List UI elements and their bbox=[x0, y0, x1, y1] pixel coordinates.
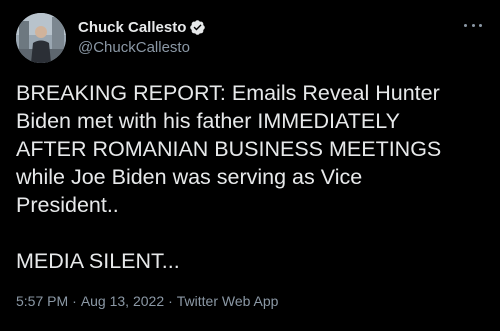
avatar-photo bbox=[16, 13, 66, 63]
tweet-metadata: 5:57 PM · Aug 13, 2022 · Twitter Web App bbox=[16, 292, 278, 310]
tweet-date-link[interactable]: Aug 13, 2022 bbox=[81, 293, 164, 309]
tweet-text: BREAKING REPORT: Emails Reveal Hunter Bi… bbox=[16, 81, 442, 273]
display-name-row: Chuck Callesto bbox=[78, 18, 206, 37]
tweet-source-link[interactable]: Twitter Web App bbox=[177, 293, 279, 309]
more-dot bbox=[479, 23, 482, 27]
author-names: Chuck Callesto @ChuckCallesto bbox=[78, 18, 206, 58]
tweet-time-link[interactable]: 5:57 PM bbox=[16, 293, 68, 309]
meta-separator: · bbox=[72, 293, 77, 309]
display-name[interactable]: Chuck Callesto bbox=[78, 18, 186, 37]
meta-separator: · bbox=[168, 293, 173, 309]
author-handle[interactable]: @ChuckCallesto bbox=[78, 38, 206, 58]
more-options-icon[interactable] bbox=[464, 20, 482, 30]
verified-badge-icon bbox=[189, 19, 206, 36]
more-dot bbox=[464, 23, 467, 27]
more-dot bbox=[471, 23, 475, 27]
tweet-header: Chuck Callesto @ChuckCallesto bbox=[16, 12, 206, 64]
tweet-card: Chuck Callesto @ChuckCallesto BREAKING R… bbox=[0, 0, 500, 331]
avatar[interactable] bbox=[16, 13, 66, 63]
